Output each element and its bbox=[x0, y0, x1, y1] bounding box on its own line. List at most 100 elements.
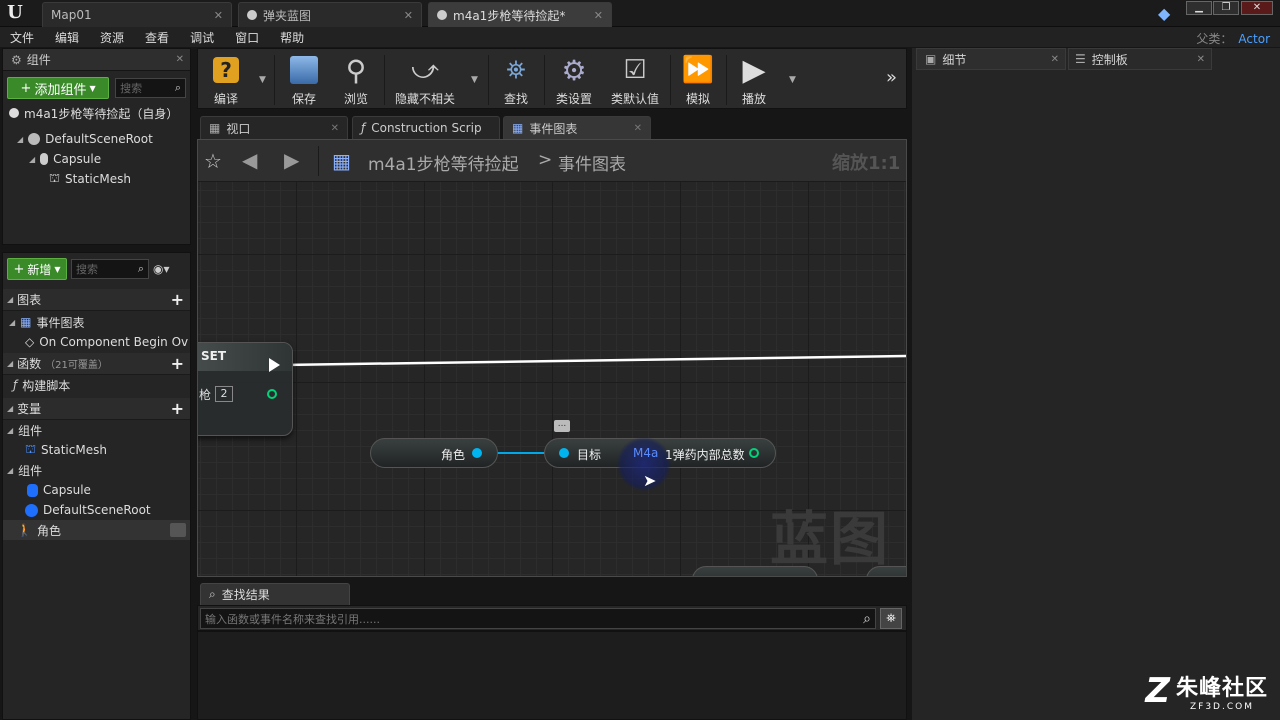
tab-label: 控制板 bbox=[1091, 52, 1128, 67]
menu-asset[interactable]: 资源 bbox=[100, 29, 135, 46]
add-variable-icon[interactable]: + bbox=[171, 399, 184, 418]
tree-item-defaultsceneroot[interactable]: ◢ DefaultSceneRoot bbox=[3, 129, 190, 149]
functions-section[interactable]: ◢ 函数 （21可覆盖） + bbox=[3, 353, 190, 375]
target-pin-icon[interactable] bbox=[559, 448, 569, 458]
section-title: 图表 bbox=[17, 293, 42, 307]
component-search-input[interactable]: 搜索 ⌕ bbox=[115, 78, 186, 98]
variable-group[interactable]: ◢ 组件 bbox=[3, 460, 190, 480]
new-button[interactable]: + 新增 ▼ bbox=[7, 258, 67, 280]
expand-arrow-icon: ◢ bbox=[7, 359, 14, 368]
add-graph-icon[interactable]: + bbox=[171, 290, 184, 309]
tab-map01[interactable]: Map01 ✕ bbox=[42, 2, 232, 27]
tab-construction-script[interactable]: ƒ Construction Scrip bbox=[352, 116, 500, 139]
variable-label: Capsule bbox=[43, 483, 91, 497]
event-item[interactable]: ◇ On Component Begin Ov bbox=[3, 332, 190, 352]
double-chevron-right-icon[interactable]: » bbox=[886, 67, 897, 88]
menu-view[interactable]: 查看 bbox=[145, 29, 180, 46]
expand-arrow-icon: ◢ bbox=[29, 154, 36, 164]
save-button[interactable]: 保存 bbox=[282, 53, 326, 107]
eye-icon[interactable]: ◉▾ bbox=[153, 262, 170, 276]
character-getter-node[interactable]: 角色 bbox=[370, 438, 498, 468]
menu-window[interactable]: 窗口 bbox=[235, 29, 270, 46]
simulate-button[interactable]: ⏩ 模拟 bbox=[676, 53, 720, 107]
tree-item-capsule[interactable]: ◢ Capsule bbox=[3, 149, 190, 169]
add-component-button[interactable]: + 添加组件 ▼ bbox=[7, 77, 110, 99]
find-results-tab[interactable]: ⌕ 查找结果 bbox=[200, 583, 350, 605]
find-in-all-button[interactable]: ⛯ bbox=[880, 608, 902, 629]
close-window-button[interactable]: ✕ bbox=[1241, 1, 1273, 15]
actor-icon bbox=[9, 108, 19, 118]
toolbar-label: 播放 bbox=[741, 92, 766, 106]
output-pin-icon[interactable] bbox=[267, 389, 277, 399]
expand-arrow-icon: ◢ bbox=[17, 134, 24, 144]
minimize-button[interactable]: ▁ bbox=[1186, 1, 1212, 15]
variable-defaultsceneroot[interactable]: DefaultSceneRoot bbox=[3, 500, 190, 520]
browse-button[interactable]: ⚲ 浏览 bbox=[334, 53, 378, 107]
set-node[interactable]: SET 枪 2 bbox=[198, 342, 293, 436]
tab-viewport[interactable]: ▦ 视口 ✕ bbox=[200, 116, 348, 139]
tab-details[interactable]: ▣ 细节 ✕ bbox=[916, 48, 1066, 70]
tab-label: 查找结果 bbox=[221, 588, 270, 602]
graphs-section[interactable]: ◢ 图表 + bbox=[3, 289, 190, 311]
variables-section[interactable]: ◢ 变量 + bbox=[3, 398, 190, 420]
target-label: 目标 bbox=[577, 448, 602, 462]
expand-arrow-icon: ◢ bbox=[9, 317, 16, 327]
output-pin-icon[interactable] bbox=[749, 448, 759, 458]
component-root-item[interactable]: m4a1步枪等待捡起（自身） bbox=[3, 103, 190, 123]
construction-script-item[interactable]: ƒ 构建脚本 bbox=[3, 375, 190, 395]
exec-out-pin-icon[interactable] bbox=[269, 358, 280, 372]
unreal-logo-icon[interactable]: U bbox=[4, 2, 26, 24]
class-defaults-button[interactable]: ☑ 类默认值 bbox=[606, 53, 664, 107]
parent-class-link[interactable]: Actor bbox=[1238, 32, 1270, 46]
toolbar-separator bbox=[274, 55, 275, 105]
tab-event-graph[interactable]: ▦ 事件图表 ✕ bbox=[503, 116, 651, 139]
compile-button[interactable]: ? 编译 bbox=[202, 53, 250, 107]
new-button-label: 新增 bbox=[27, 262, 52, 277]
hide-unrelated-button[interactable]: ⤻ 隐藏不相关 bbox=[390, 53, 460, 107]
close-icon[interactable]: ✕ bbox=[1197, 54, 1205, 65]
expand-arrow-icon: ◢ bbox=[7, 404, 14, 413]
find-results-input[interactable]: 输入函数或事件名称来查找引用...... ⌕ bbox=[200, 608, 876, 629]
tab-m4a1-blueprint[interactable]: m4a1步枪等待捡起* ✕ bbox=[428, 2, 612, 27]
chevron-down-icon[interactable]: ▼ bbox=[259, 75, 266, 85]
restore-button[interactable]: ❐ bbox=[1213, 1, 1239, 15]
blueprint-search-input[interactable]: 搜索 ⌕ bbox=[71, 259, 149, 279]
tab-dashboard[interactable]: ☰ 控制板 ✕ bbox=[1068, 48, 1212, 70]
event-graph-item[interactable]: ◢ ▦ 事件图表 bbox=[3, 312, 190, 332]
output-pin-icon[interactable] bbox=[472, 448, 482, 458]
class-settings-button[interactable]: ⚙ 类设置 bbox=[550, 53, 598, 107]
ammo-getter-node[interactable]: 目标 M4a 1弹药内部总数 bbox=[544, 437, 776, 491]
close-icon[interactable]: ✕ bbox=[176, 54, 184, 65]
menu-help[interactable]: 帮助 bbox=[280, 29, 315, 46]
tree-label: Capsule bbox=[53, 152, 102, 166]
add-function-icon[interactable]: + bbox=[171, 354, 184, 373]
menu-file[interactable]: 文件 bbox=[10, 29, 45, 46]
close-icon[interactable]: ✕ bbox=[331, 123, 339, 134]
variable-capsule[interactable]: Capsule bbox=[3, 480, 190, 500]
comment-bubble-icon[interactable]: ... bbox=[554, 420, 570, 432]
source-control-icon[interactable]: ◆ bbox=[1158, 4, 1176, 23]
variable-character[interactable]: 🚶 角色 bbox=[3, 520, 190, 540]
tree-item-staticmesh[interactable]: ⛫ StaticMesh bbox=[3, 169, 190, 189]
set-pin-value[interactable]: 2 bbox=[215, 386, 233, 402]
close-icon[interactable]: ✕ bbox=[404, 9, 413, 22]
search-icon: ⌕ bbox=[174, 81, 181, 94]
play-button[interactable]: ▶ 播放 bbox=[732, 53, 776, 107]
event-graph-canvas[interactable]: ☆ ◀ ▶ ▦ m4a1步枪等待捡起 > 事件图表 缩放1:1 SET 枪 2 … bbox=[197, 139, 907, 577]
tab-clip-blueprint[interactable]: 弹夹蓝图 ✕ bbox=[238, 2, 422, 27]
menu-edit[interactable]: 编辑 bbox=[55, 29, 90, 46]
variable-staticmesh[interactable]: ⛫ StaticMesh bbox=[3, 440, 190, 460]
menu-debug[interactable]: 调试 bbox=[190, 29, 225, 46]
variable-group[interactable]: ◢ 组件 bbox=[3, 420, 190, 440]
close-icon[interactable]: ✕ bbox=[214, 9, 223, 22]
close-icon[interactable]: ✕ bbox=[594, 9, 603, 22]
blueprint-dot-icon bbox=[247, 10, 257, 20]
browse-icon: ⚲ bbox=[345, 53, 367, 87]
chevron-down-icon[interactable]: ▼ bbox=[789, 75, 796, 85]
find-button[interactable]: ⛯ 查找 bbox=[494, 53, 538, 107]
chevron-down-icon[interactable]: ▼ bbox=[471, 75, 478, 85]
play-icon: ▶ bbox=[742, 52, 766, 88]
close-icon[interactable]: ✕ bbox=[634, 123, 642, 134]
chevron-down-icon: ▼ bbox=[89, 83, 96, 93]
close-icon[interactable]: ✕ bbox=[1051, 54, 1059, 65]
